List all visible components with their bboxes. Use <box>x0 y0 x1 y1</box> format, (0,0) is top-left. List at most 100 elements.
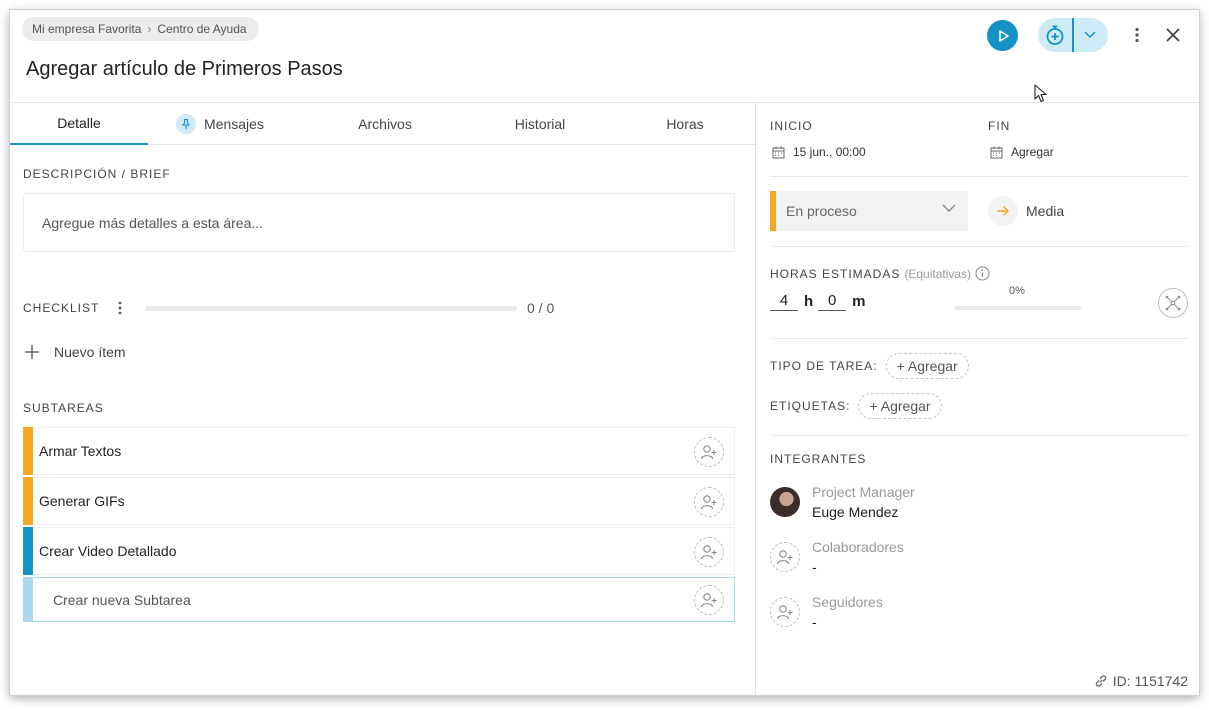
member-name: - <box>812 559 817 575</box>
hours-progress-bar <box>954 306 1081 310</box>
divider <box>770 435 1188 436</box>
followers-member[interactable]: Seguidores - <box>770 593 883 633</box>
task-title[interactable]: Agregar artículo de Primeros Pasos <box>26 58 343 81</box>
play-icon <box>998 29 1009 42</box>
breadcrumb: Mi empresa Favorita › Centro de Ayuda <box>22 17 259 41</box>
project-manager-member[interactable]: Project Manager Euge Mendez <box>770 483 915 523</box>
status-stripe <box>23 427 33 475</box>
status-stripe <box>23 577 33 622</box>
estimated-hours-header: HORAS ESTIMADAS (Equitativas) <box>770 266 990 281</box>
mouse-cursor-icon <box>1034 84 1048 109</box>
description-field[interactable]: Agregue más detalles a esta área... <box>23 193 735 252</box>
minutes-unit: m <box>852 293 866 310</box>
avatar <box>770 487 800 517</box>
task-type-label: TIPO DE TAREA: <box>770 359 878 373</box>
task-id-value: ID: 1151742 <box>1112 673 1188 689</box>
add-user-icon <box>776 550 793 565</box>
estimated-hours-sublabel: (Equitativas) <box>904 266 972 281</box>
add-user-icon <box>700 545 717 560</box>
end-date-field[interactable]: Agregar <box>990 145 1054 159</box>
estimated-hours-label: HORAS ESTIMADAS <box>770 266 901 281</box>
new-item-label: Nuevo ítem <box>54 344 126 360</box>
assign-user-button[interactable] <box>694 487 724 517</box>
checklist-options-button[interactable] <box>115 299 125 317</box>
tab-bar: Detalle Mensajes Archivos Historial Hora… <box>10 103 755 145</box>
plus-icon <box>25 345 39 359</box>
status-stripe <box>23 527 33 575</box>
add-user-icon <box>776 605 793 620</box>
task-id[interactable]: ID: 1151742 <box>1094 673 1188 689</box>
subtask-row[interactable]: Crear Video Detallado <box>23 527 735 575</box>
tags-label: ETIQUETAS: <box>770 399 851 413</box>
priority-selector[interactable]: Media <box>988 196 1064 226</box>
collaborators-member[interactable]: Colaboradores - <box>770 538 904 578</box>
hours-field[interactable]: 4 <box>770 292 798 311</box>
minutes-field[interactable]: 0 <box>818 292 847 311</box>
distribute-hours-button[interactable] <box>1158 288 1188 318</box>
add-task-type-button[interactable]: + Agregar <box>885 353 969 379</box>
subtask-row[interactable]: Generar GIFs <box>23 477 735 525</box>
subtask-row[interactable]: Armar Textos <box>23 427 735 475</box>
arrow-right-icon <box>988 196 1018 226</box>
breadcrumb-item-company[interactable]: Mi empresa Favorita <box>32 22 141 36</box>
subtasks-label: SUBTAREAS <box>23 401 104 415</box>
subtask-title[interactable]: Generar GIFs <box>39 493 125 509</box>
add-user-icon <box>700 593 717 608</box>
info-icon[interactable] <box>975 266 990 281</box>
new-subtask-placeholder: Crear nueva Subtarea <box>53 591 191 608</box>
member-name: - <box>812 614 817 630</box>
tab-label: Historial <box>514 116 566 132</box>
checklist-label: CHECKLIST <box>23 301 100 315</box>
member-role: Seguidores <box>812 594 883 610</box>
new-checklist-item-button[interactable]: Nuevo ítem <box>24 344 126 360</box>
assign-user-button[interactable] <box>694 585 724 615</box>
timer-options-dropdown[interactable] <box>1074 18 1106 52</box>
subtask-title[interactable]: Armar Textos <box>39 443 121 459</box>
start-task-button[interactable] <box>987 20 1018 51</box>
tab-label: Archivos <box>358 116 412 132</box>
close-button[interactable] <box>1163 24 1183 46</box>
add-time-button[interactable] <box>1038 18 1074 52</box>
add-tag-button[interactable]: + Agregar <box>858 393 942 419</box>
add-follower-button[interactable] <box>770 597 800 627</box>
close-icon <box>1166 28 1180 42</box>
member-name: Euge Mendez <box>812 504 899 520</box>
divider <box>770 176 1188 177</box>
divider <box>770 246 1188 247</box>
member-role: Project Manager <box>812 484 915 500</box>
start-date-value: 15 jun., 00:00 <box>793 145 866 159</box>
network-icon <box>1165 295 1181 311</box>
start-date-field[interactable]: 15 jun., 00:00 <box>772 145 866 159</box>
tab-mensajes[interactable]: Mensajes <box>160 103 280 145</box>
chevron-right-icon: › <box>147 22 152 36</box>
chevron-down-icon <box>1084 31 1096 39</box>
tab-horas[interactable]: Horas <box>650 103 720 145</box>
panel-divider <box>755 103 756 695</box>
tab-label: Detalle <box>57 115 101 131</box>
divider <box>770 338 1188 339</box>
priority-value: Media <box>1026 203 1065 219</box>
description-label: DESCRIPCIÓN / BRIEF <box>23 167 171 181</box>
tab-label: Horas <box>666 116 704 132</box>
assign-user-button[interactable] <box>694 437 724 467</box>
tags-row: ETIQUETAS: + Agregar <box>770 393 942 419</box>
add-user-icon <box>700 495 717 510</box>
hours-progress-label: 0% <box>1009 285 1025 297</box>
status-dropdown[interactable]: En proceso <box>770 191 968 231</box>
stopwatch-plus-icon <box>1046 25 1064 45</box>
hours-unit: h <box>804 293 814 310</box>
tab-historial[interactable]: Historial <box>495 103 585 145</box>
subtask-title[interactable]: Crear Video Detallado <box>39 543 177 559</box>
assign-user-button[interactable] <box>694 537 724 567</box>
more-vertical-icon <box>1135 27 1139 43</box>
end-date-value: Agregar <box>1011 145 1054 159</box>
new-subtask-input[interactable]: Crear nueva Subtarea <box>23 577 735 622</box>
tab-detalle[interactable]: Detalle <box>10 103 148 145</box>
member-role: Colaboradores <box>812 539 904 555</box>
tab-archivos[interactable]: Archivos <box>340 103 430 145</box>
more-options-button[interactable] <box>1128 24 1146 46</box>
breadcrumb-item-project[interactable]: Centro de Ayuda <box>157 22 246 36</box>
tab-label: Mensajes <box>204 116 264 132</box>
add-collaborator-button[interactable] <box>770 542 800 572</box>
task-type-row: TIPO DE TAREA: + Agregar <box>770 353 969 379</box>
